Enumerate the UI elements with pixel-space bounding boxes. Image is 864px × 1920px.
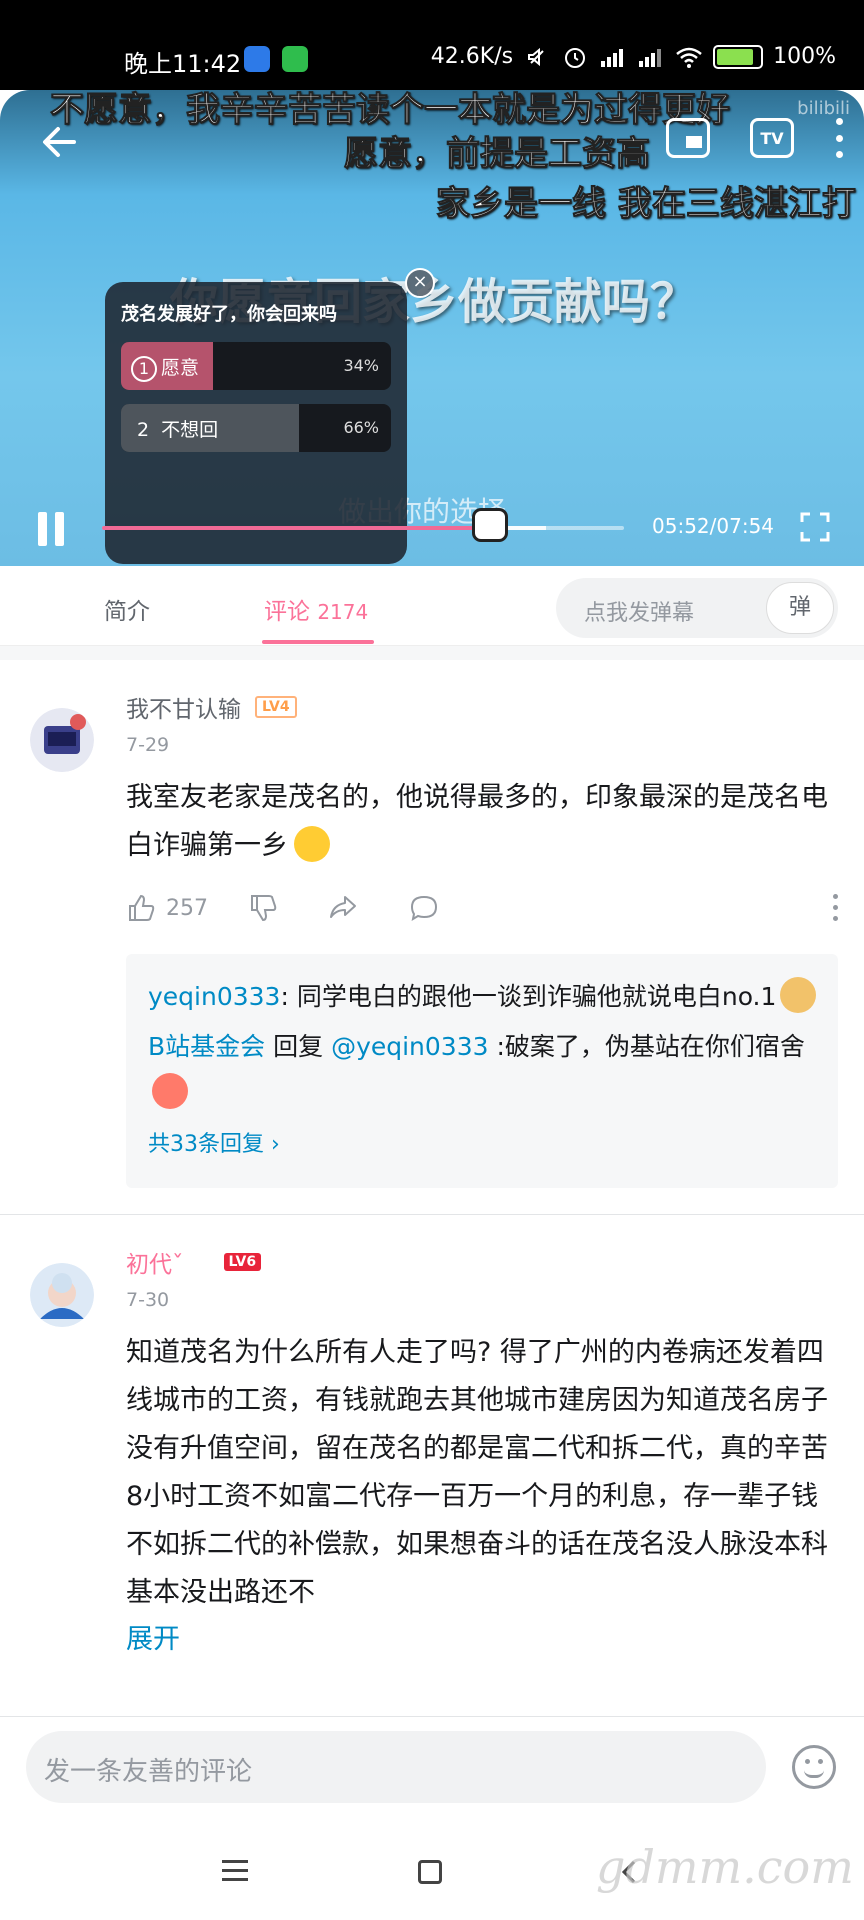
tv-cast-icon[interactable]: TV <box>750 118 794 158</box>
comment-item: 我不甘认输 LV4 7-29 我室友老家是茂名的，他说得最多的，印象最深的是茂名… <box>0 660 864 1214</box>
poll-option-pct: 66% <box>343 418 379 437</box>
blush-emoji-icon <box>152 1073 188 1109</box>
site-watermark: gdmm.com <box>596 1840 854 1894</box>
poll-option-label: 2 不想回 <box>137 419 219 441</box>
poll-option-no[interactable]: 2 不想回 66% <box>121 404 391 452</box>
poll-title: 茂名发展好了，你会回来吗 <box>121 304 337 325</box>
alarm-icon <box>565 47 586 68</box>
like-button[interactable]: 257 <box>126 893 208 923</box>
video-top-actions: TV <box>666 118 844 158</box>
progress-thumb-tv-icon[interactable] <box>471 508 508 542</box>
reply-username[interactable]: yeqin0333 <box>148 982 280 1011</box>
avatar[interactable] <box>30 1263 94 1327</box>
app-screen: 晚上11:42 42.6K/s 100% 不愿意，我辛辛苦苦读个一本就是为过得更… <box>0 0 864 1920</box>
emoji-picker-icon[interactable] <box>792 1745 836 1789</box>
dislike-button[interactable] <box>248 893 288 923</box>
thumbs-up-icon <box>129 894 155 921</box>
level-badge: LV6 <box>223 1253 262 1271</box>
reply-line: yeqin0333: 同学电白的跟他一谈到诈骗他就说电白no.1 <box>148 974 818 1020</box>
reply-preview[interactable]: yeqin0333: 同学电白的跟他一谈到诈骗他就说电白no.1 B站基金会 回… <box>126 954 838 1188</box>
poll-close-icon[interactable]: × <box>405 268 435 298</box>
battery-text: 100% <box>773 44 836 69</box>
comment-more-icon[interactable] <box>833 894 838 921</box>
danmaku-input[interactable]: 点我发弹幕 弹 <box>556 578 838 638</box>
progress-played <box>102 526 490 530</box>
danmaku-line: 愿意，前提是工资高 <box>344 134 651 175</box>
recent-apps-icon[interactable] <box>222 1860 248 1882</box>
signal-hd-1-icon <box>601 48 624 67</box>
reply-username[interactable]: B站基金会 <box>148 1032 265 1061</box>
share-button[interactable] <box>328 893 368 923</box>
video-player[interactable]: 不愿意，我辛辛苦苦读个一本就是为过得更好 愿意，前提是工资高 家乡是一线 我在三… <box>0 90 864 566</box>
comment-item: 初代ˇ LV6 7-30 知道茂名为什么所有人走了吗? 得了广州的内卷病还发着四… <box>0 1215 864 1682</box>
chevron-right-icon: › <box>271 1132 280 1157</box>
poll-option-label: 1 愿意 <box>131 353 199 382</box>
comment-bubble-icon <box>410 895 438 922</box>
comment-username[interactable]: 初代ˇ LV6 <box>126 1245 838 1279</box>
comment-list: 我不甘认输 LV4 7-29 我室友老家是茂名的，他说得最多的，印象最深的是茂名… <box>0 646 864 1716</box>
danmaku-line: 不愿意，我辛辛苦苦读个一本就是为过得更好 <box>50 90 731 131</box>
poll-option-pct: 34% <box>343 356 379 375</box>
doge-emoji-icon <box>780 977 817 1013</box>
status-right-group: 42.6K/s 100% <box>431 44 836 69</box>
comment-date: 7-29 <box>126 734 170 756</box>
comment-date: 7-30 <box>126 1289 170 1311</box>
system-nav-bar: gdmm.com <box>0 1826 864 1920</box>
expand-link[interactable]: 展开 <box>126 1617 838 1656</box>
back-arrow-icon[interactable] <box>38 120 82 164</box>
crying-emoji-icon <box>294 825 330 862</box>
reply-mention[interactable]: @yeqin0333 <box>331 1032 488 1061</box>
bilibili-watermark: bilibili <box>797 98 850 119</box>
danmaku-line: 家乡是一线 我在三线湛江打 <box>436 184 857 225</box>
comment-composer: 发一条友善的评论 <box>0 1716 864 1826</box>
share-icon <box>330 896 356 918</box>
comment-input[interactable]: 发一条友善的评论 <box>26 1731 766 1803</box>
danmaku-placeholder: 点我发弹幕 <box>584 601 695 626</box>
fullscreen-icon[interactable] <box>798 510 832 544</box>
player-controls: 05:52/07:54 <box>0 490 864 566</box>
danmaku-toggle-button[interactable]: 弹 <box>766 582 834 634</box>
avatar[interactable] <box>30 708 94 772</box>
home-icon[interactable] <box>418 1860 442 1884</box>
more-replies-link[interactable]: 共33条回复 › <box>148 1122 818 1168</box>
poll-option-yes[interactable]: 1 愿意 34% <box>121 342 391 390</box>
comment-text: 知道茂名为什么所有人走了吗? 得了广州的内卷病还发着四线城市的工资，有钱就跑去其… <box>126 1337 828 1608</box>
mute-icon <box>528 47 544 66</box>
bluetooth-app-icon <box>244 46 270 72</box>
timecode: 05:52/07:54 <box>652 514 775 538</box>
like-count: 257 <box>166 895 208 921</box>
reply-button[interactable] <box>408 893 450 923</box>
signal-hd-2-icon <box>639 48 662 67</box>
comment-text: 我室友老家是茂名的，他说得最多的，印象最深的是茂名电白诈骗第一乡 <box>126 782 828 862</box>
reply-line: B站基金会 回复 @yeqin0333 :破案了，伪基站在你们宿舍 <box>148 1024 818 1116</box>
status-time: 晚上11:42 <box>124 50 242 78</box>
list-top-gap <box>0 646 864 660</box>
level-badge: LV4 <box>255 696 297 718</box>
network-speed: 42.6K/s <box>430 44 514 69</box>
tab-comments[interactable]: 评论 2174 <box>264 592 368 626</box>
tab-underline <box>262 640 374 644</box>
thumbs-down-icon <box>251 895 277 922</box>
status-bar: 晚上11:42 42.6K/s 100% <box>0 0 864 90</box>
picture-in-picture-icon[interactable] <box>666 118 710 158</box>
progress-bar[interactable] <box>102 508 624 542</box>
comment-username[interactable]: 我不甘认输 LV4 <box>126 690 838 724</box>
battery-icon <box>713 44 764 69</box>
tab-bar: 简介 评论 2174 点我发弹幕 弹 <box>0 566 864 646</box>
wifi-icon <box>676 47 702 68</box>
pause-icon[interactable] <box>36 512 66 546</box>
more-options-icon[interactable] <box>834 118 844 158</box>
tab-intro[interactable]: 简介 <box>104 592 150 626</box>
comment-actions: 257 <box>126 888 838 928</box>
wechat-icon <box>282 46 308 72</box>
comment-input-placeholder: 发一条友善的评论 <box>44 1757 253 1787</box>
